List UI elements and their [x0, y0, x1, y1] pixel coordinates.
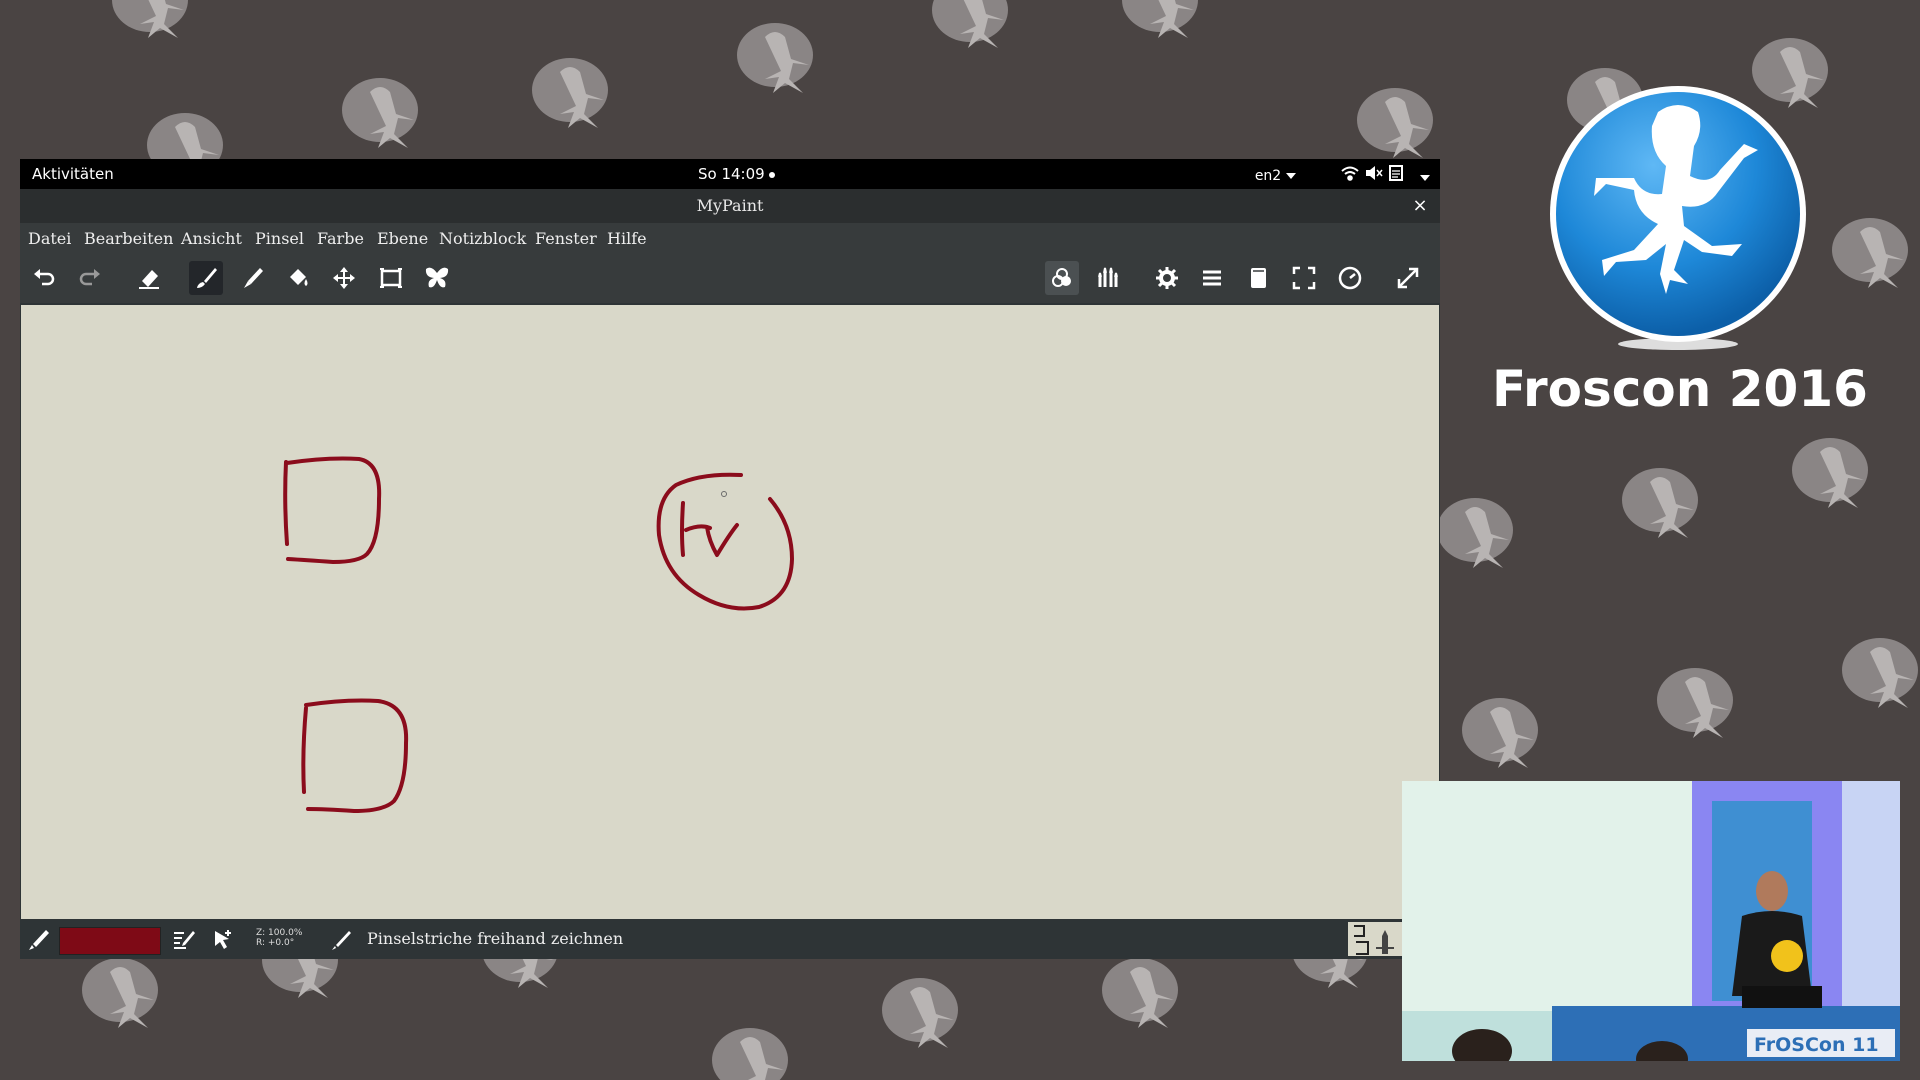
reset-view-icon[interactable] [210, 927, 236, 953]
notification-dot-icon [768, 171, 775, 178]
desktop-screen: Aktivitäten So 14:09 en2 MyPaint × Datei… [20, 159, 1440, 959]
expand-button[interactable] [1391, 261, 1425, 295]
menu-pinsel[interactable]: Pinsel [255, 229, 304, 248]
clipboard-icon [1389, 165, 1404, 181]
frame-icon [380, 268, 402, 288]
redo-icon [79, 269, 100, 286]
settings-gear-icon [1156, 267, 1178, 289]
brush-indicator-icon[interactable] [26, 927, 52, 953]
fill-button[interactable] [281, 261, 315, 295]
video-frame: FrOSCon 11 [1402, 781, 1900, 1061]
status-message: Pinselstriche freihand zeichnen [367, 929, 624, 948]
brush-stroke-letters [680, 501, 739, 557]
brush-button[interactable] [189, 261, 223, 295]
system-tray: en2 [1255, 164, 1430, 186]
event-title: Froscon 2016 [1492, 360, 1868, 418]
video-banner-text: FrOSCon 11 [1754, 1034, 1879, 1056]
menu-ebene[interactable]: Ebene [377, 229, 428, 248]
undo-button[interactable] [27, 261, 61, 295]
laptop [1742, 986, 1822, 1008]
window-title-bar: MyPaint × [20, 189, 1440, 223]
fullscreen-icon [1292, 266, 1316, 290]
eraser-button[interactable] [132, 261, 166, 295]
expand-icon [1397, 267, 1419, 289]
pen-button[interactable] [236, 261, 270, 295]
scratchpad-icon [1251, 268, 1266, 288]
rotation-value: R: +0.0° [256, 938, 295, 948]
fill-icon [290, 269, 308, 286]
undo-icon [34, 269, 55, 286]
audience-head [1452, 1029, 1512, 1061]
froscon-logo [1550, 86, 1806, 350]
pen-icon [244, 268, 263, 288]
menu-notizblock[interactable]: Notizblock [439, 229, 526, 248]
brush-icon [197, 268, 217, 288]
brush-cursor [721, 491, 727, 497]
menu-bearbeiten[interactable]: Bearbeiten [84, 229, 173, 248]
history-clock-icon [1338, 266, 1362, 290]
move-layer-button[interactable] [327, 261, 361, 295]
volume-muted-icon [1366, 166, 1383, 180]
zoom-value: Z: 100.0% [256, 928, 303, 938]
close-window-button[interactable]: × [1410, 189, 1430, 223]
zoom-rotation-readout: Z: 100.0% R: +0.0° [256, 928, 302, 948]
status-icons [1341, 165, 1404, 181]
brush-palette-icon [1098, 267, 1118, 287]
shirt-flower [1771, 940, 1803, 972]
window-title: MyPaint [696, 196, 764, 215]
menu-bar: Datei Bearbeiten Ansicht Pinsel Farbe Eb… [20, 223, 1440, 253]
keyboard-layout-menu[interactable]: en2 [1254, 166, 1297, 184]
menu-datei[interactable]: Datei [28, 229, 71, 248]
status-bar: Z: 100.0% R: +0.0° Pinselstriche freihan… [20, 919, 1440, 959]
gnome-top-bar: Aktivitäten So 14:09 en2 [20, 159, 1440, 189]
frame-button[interactable] [374, 261, 408, 295]
menu-ansicht[interactable]: Ansicht [181, 229, 242, 248]
brush-stroke-box-2 [301, 698, 409, 813]
toolbar [20, 253, 1440, 303]
scratchpad-button[interactable] [1241, 261, 1275, 295]
move-layer-icon [333, 267, 355, 289]
wifi-icon [1341, 166, 1359, 181]
menu-fenster[interactable]: Fenster [535, 229, 597, 248]
activities-button[interactable]: Aktivitäten [32, 165, 114, 183]
symmetry-button[interactable] [420, 261, 454, 295]
chevron-down-icon [1286, 172, 1297, 179]
menu-farbe[interactable]: Farbe [317, 229, 364, 248]
symmetry-butterfly-icon [425, 267, 449, 288]
eraser-icon [139, 270, 159, 289]
redo-button[interactable] [73, 261, 107, 295]
projection-screen [1402, 781, 1692, 1011]
keyboard-layout-label: en2 [1254, 168, 1282, 184]
brush-stroke-box-1 [283, 456, 382, 564]
settings-button[interactable] [1150, 261, 1184, 295]
clock-text: So 14:09 [698, 165, 765, 183]
canvas-strokes [283, 456, 794, 813]
color-wheel-button[interactable] [1045, 261, 1079, 295]
history-button[interactable] [1333, 261, 1367, 295]
color-wheel-icon [1052, 268, 1071, 287]
chevron-down-icon [1420, 174, 1430, 181]
current-color-swatch[interactable] [59, 927, 161, 955]
edit-brush-icon[interactable] [171, 927, 197, 953]
fullscreen-button[interactable] [1287, 261, 1321, 295]
freehand-tool-icon [332, 931, 351, 950]
menu-hilfe[interactable]: Hilfe [607, 229, 647, 248]
drawing-canvas[interactable] [21, 305, 1439, 919]
speaker-video: FrOSCon 11 [1402, 781, 1900, 1061]
brush-palette-button[interactable] [1091, 261, 1125, 295]
clock[interactable]: So 14:09 [698, 165, 775, 183]
overview-thumbnail-icon[interactable] [1348, 922, 1402, 956]
layers-button[interactable] [1195, 261, 1229, 295]
layers-icon [1203, 270, 1221, 286]
system-menu[interactable] [1340, 164, 1430, 186]
speaker-head [1756, 871, 1788, 911]
